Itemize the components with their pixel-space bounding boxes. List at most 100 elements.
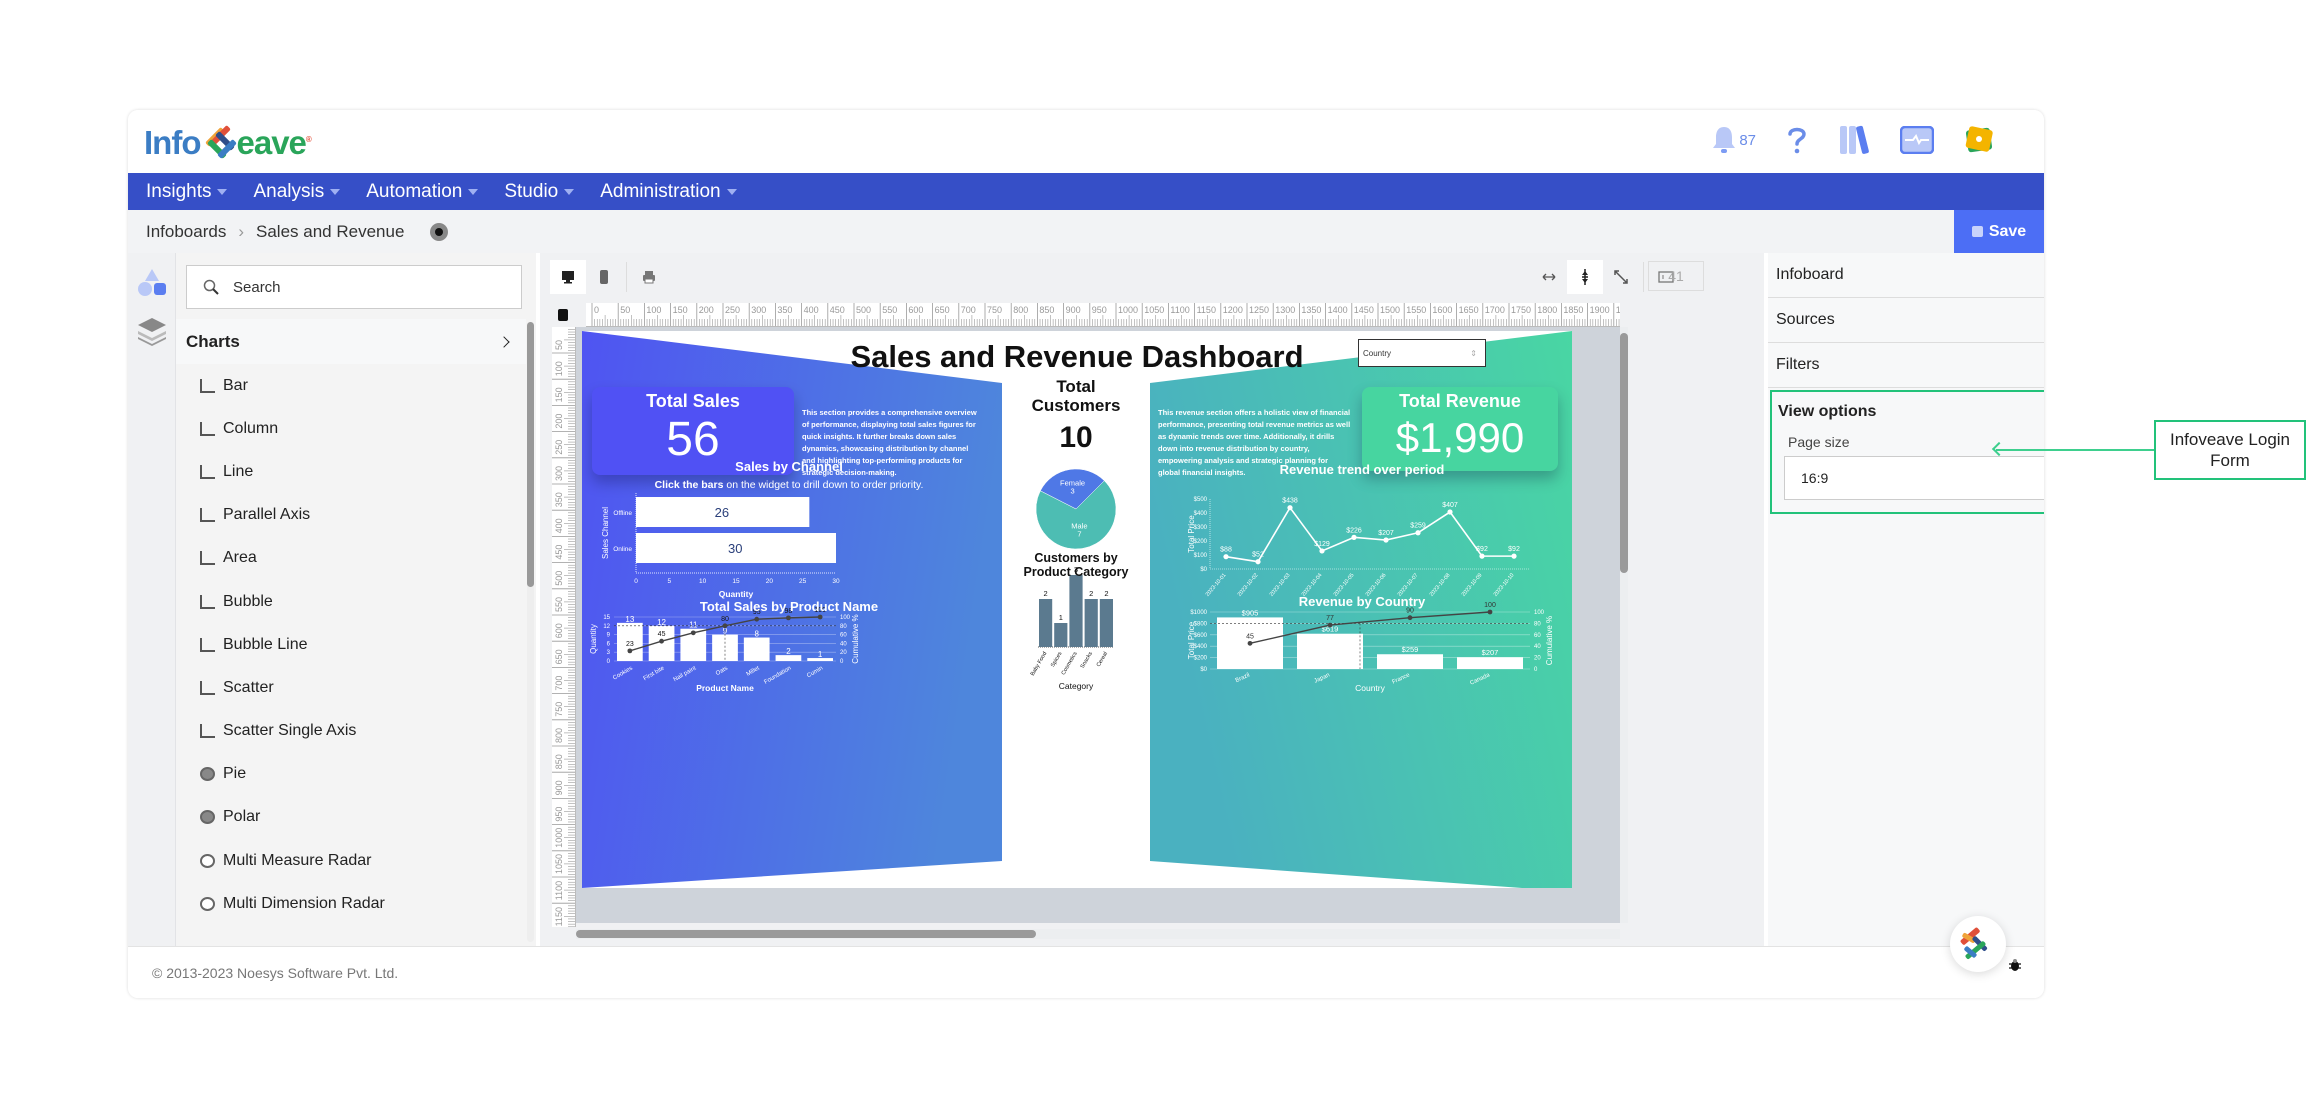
mobile-icon [600, 270, 608, 284]
canvas-horizontal-scrollbar[interactable] [576, 929, 1620, 939]
ruler-label: 1550 [1406, 305, 1426, 315]
preview-eye-icon[interactable] [430, 222, 449, 241]
category-bar [1039, 599, 1053, 647]
save-button[interactable]: Save [1954, 210, 2044, 253]
zoom-level-input[interactable]: 41 [1648, 261, 1704, 291]
user-avatar[interactable] [1964, 125, 1994, 155]
nav-administration[interactable]: Administration [600, 181, 737, 203]
category-bar [1099, 599, 1113, 647]
breadcrumb-separator-icon: › [238, 221, 245, 241]
nav-analysis[interactable]: Analysis [253, 181, 341, 203]
revenue-by-country-title: Revenue by Country [1298, 594, 1426, 609]
cumulative-point [817, 614, 823, 620]
bar-value-label: $905 [1242, 608, 1259, 617]
ruler-label: 1450 [1354, 305, 1374, 315]
help-button[interactable] [1786, 125, 1808, 155]
search-input[interactable] [233, 278, 483, 296]
x-axis-title: Quantity [719, 589, 754, 599]
chart-type-item[interactable]: Bar [176, 364, 526, 407]
desktop-icon [562, 271, 574, 284]
infoveave-logo[interactable]: Info eave® [144, 124, 312, 162]
country-bar [1457, 657, 1523, 669]
y2-axis-title: Cumulative % [1545, 616, 1554, 665]
cumulative-point [659, 638, 664, 644]
bar-value-label: $259 [1402, 645, 1419, 654]
page-size-select[interactable]: 16:9⇕ [1784, 456, 2044, 500]
library-scrollbar[interactable] [527, 322, 534, 942]
notifications-button[interactable]: 87 [1711, 125, 1756, 155]
radar-icon [200, 896, 215, 911]
total-revenue-card[interactable]: Total Revenue $1,990 [1362, 387, 1558, 471]
ruler-label: 1500 [1380, 305, 1400, 315]
fit-width-button[interactable] [1531, 260, 1567, 294]
chart-type-item[interactable]: Pie [176, 753, 526, 796]
ruler-label: 700 [554, 676, 564, 691]
desktop-view-button[interactable] [550, 260, 586, 294]
section-view-options[interactable]: View options [1772, 392, 2044, 432]
nav-insights[interactable]: Insights [146, 181, 228, 203]
ruler-label: 1150 [1197, 305, 1216, 315]
breadcrumb-infoboards[interactable]: Infoboards [146, 222, 226, 242]
chart-type-item[interactable]: Scatter Single Axis [176, 710, 526, 753]
ruler-label: 1100 [554, 881, 564, 900]
chart-type-list: Bar Column Line Parallel Axis Area Bubble Bubb… [176, 364, 526, 925]
scrollbar-thumb[interactable] [527, 322, 534, 587]
chart-type-item[interactable]: Multi Measure Radar [176, 839, 526, 882]
section-filters[interactable]: Filters [1768, 343, 2044, 388]
fit-height-button[interactable] [1567, 260, 1603, 294]
print-button[interactable] [631, 260, 667, 294]
cumulative-label: 45 [1246, 633, 1254, 640]
mobile-view-button[interactable] [586, 260, 622, 294]
ruler-label: 1800 [1537, 305, 1557, 315]
help-icon [1788, 127, 1806, 154]
chart-type-item[interactable]: Parallel Axis [176, 494, 526, 537]
chart-type-item[interactable]: Multi Dimension Radar [176, 882, 526, 925]
country-bar [1377, 654, 1443, 669]
nav-studio[interactable]: Studio [504, 181, 575, 203]
widgets-shapes-button[interactable] [136, 267, 168, 299]
ruler-label: 900 [554, 780, 564, 795]
chart-type-item[interactable]: Line [176, 450, 526, 493]
chart-type-item[interactable]: Area [176, 537, 526, 580]
avatar-icon [1965, 126, 1993, 153]
library-button[interactable] [1838, 124, 1870, 156]
toolbar-divider [626, 262, 627, 292]
scrollbar-thumb[interactable] [1620, 333, 1628, 573]
charts-section-header[interactable]: Charts [176, 319, 526, 364]
designer-canvas: 41 0 50 100 150 200 250 300 350 400 450 500 550 600 6… [540, 253, 1764, 946]
chart-type-item[interactable]: Polar [176, 796, 526, 839]
lock-icon[interactable] [558, 309, 568, 321]
section-sources[interactable]: Sources [1768, 298, 2044, 343]
infoveave-assistant-button[interactable] [1950, 916, 2006, 972]
country-filter-select[interactable]: Country ⇕ [1358, 339, 1486, 367]
chart-type-item[interactable]: Bubble [176, 580, 526, 623]
point-label: $92 [1476, 546, 1488, 553]
section-infoboard[interactable]: Infoboard [1768, 253, 2044, 298]
bug-report-icon[interactable] [2008, 958, 2022, 972]
footer: © 2013-2023 Noesys Software Pvt. Ltd. [128, 946, 2044, 998]
search-icon [203, 279, 219, 295]
monitor-button[interactable] [1900, 126, 1934, 154]
revenue-point [1287, 505, 1293, 511]
chart-type-item[interactable]: Scatter [176, 666, 526, 709]
cumulative-point [722, 623, 728, 629]
x-tick-label: Cereal [1096, 651, 1109, 668]
caret-down-icon [468, 188, 479, 195]
scatter-single-axis-icon [200, 724, 215, 739]
y2-tick-label: 100 [1534, 610, 1545, 616]
bar-value-label: 13 [625, 615, 634, 624]
nav-automation[interactable]: Automation [366, 181, 479, 203]
chart-type-item[interactable]: Bubble Line [176, 623, 526, 666]
ruler-label: 1100 [1170, 305, 1189, 315]
books-icon [1840, 125, 1869, 154]
canvas-vertical-scrollbar[interactable] [1620, 327, 1628, 923]
fullscreen-button[interactable] [1603, 260, 1639, 294]
layers-button[interactable] [136, 315, 168, 347]
ruler-label: 1750 [1511, 305, 1531, 315]
chart-type-item[interactable]: Column [176, 407, 526, 450]
point-label: $88 [1220, 547, 1232, 554]
scrollbar-thumb[interactable] [576, 930, 1036, 938]
ruler-label: 1000 [1118, 305, 1138, 315]
caret-down-icon [330, 188, 341, 195]
ruler-label: 1950 [1616, 305, 1620, 315]
